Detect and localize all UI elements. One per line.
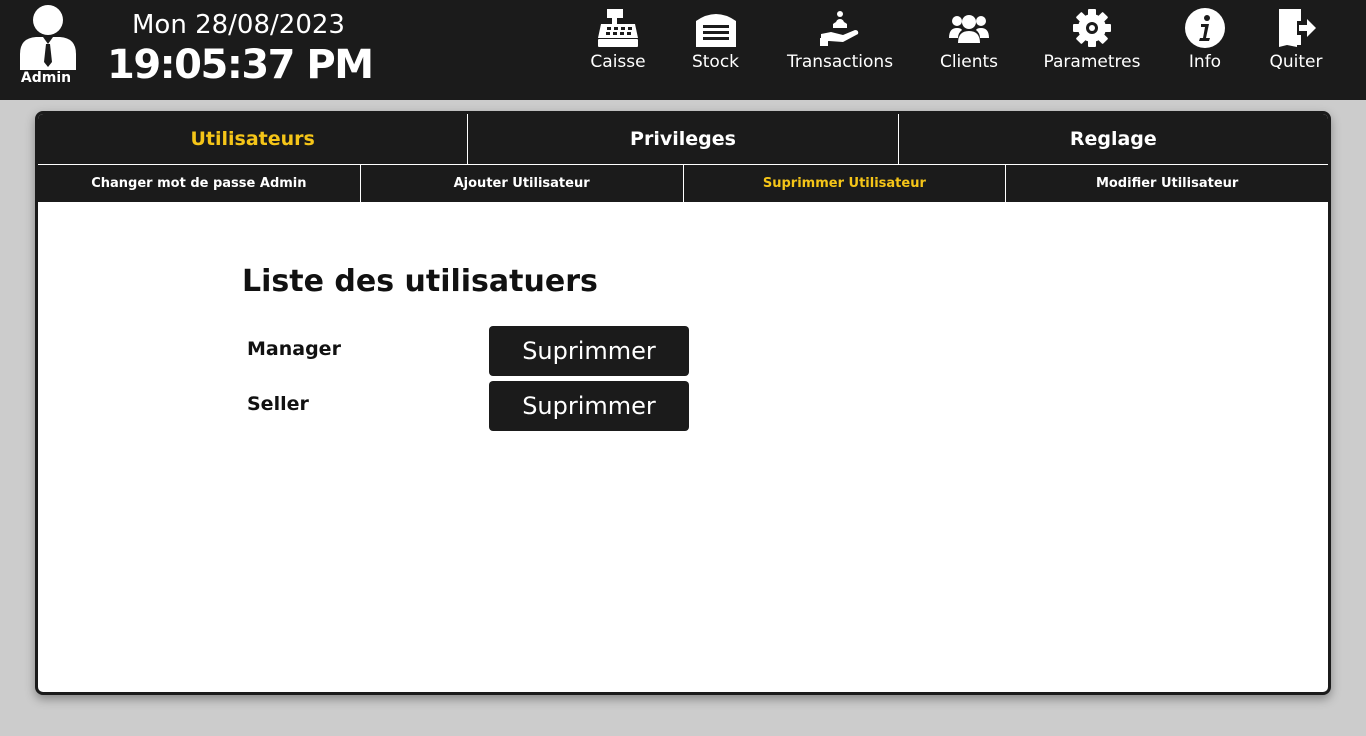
user-name: Manager <box>247 338 341 360</box>
nav-caisse[interactable]: Caisse <box>588 6 648 94</box>
cash-register-icon <box>598 9 638 47</box>
nav-parametres[interactable]: Parametres <box>1042 6 1142 94</box>
subtab-delete-user[interactable]: Suprimmer Utilisateur <box>682 165 1006 202</box>
nav-stock-label: Stock <box>691 52 740 72</box>
nav-transactions-label: Transactions <box>786 52 894 72</box>
user-profile[interactable]: Admin <box>13 4 79 92</box>
users-icon <box>949 15 989 43</box>
nav-transactions[interactable]: Transactions <box>783 6 897 94</box>
top-bar: Admin Mon 28/08/2023 19:05:37 PM Caisse <box>0 0 1366 100</box>
gear-icon <box>1073 9 1111 47</box>
warehouse-icon <box>695 14 736 47</box>
tab-utilisateurs[interactable]: Utilisateurs <box>38 114 467 164</box>
tab-privileges[interactable]: Privileges <box>467 114 897 164</box>
current-date: Mon 28/08/2023 <box>132 10 345 40</box>
delete-user-button[interactable]: Suprimmer <box>489 326 689 376</box>
tab-reglage[interactable]: Reglage <box>897 114 1328 164</box>
user-label: Admin <box>20 70 72 86</box>
delete-user-button[interactable]: Suprimmer <box>489 381 689 431</box>
nav-quiter-label: Quiter <box>1269 52 1323 72</box>
nav-parametres-label: Parametres <box>1043 52 1141 72</box>
user-avatar-icon <box>20 5 76 70</box>
current-time: 19:05:37 PM <box>107 42 374 88</box>
main-tabs: Utilisateurs Privileges Reglage <box>38 114 1328 164</box>
nav-quiter[interactable]: Quiter <box>1268 6 1324 94</box>
subtab-change-admin-password[interactable]: Changer mot de passe Admin <box>38 165 360 202</box>
user-name: Seller <box>247 393 309 415</box>
exit-door-icon <box>1279 9 1316 47</box>
info-icon <box>1185 8 1225 48</box>
nav-caisse-label: Caisse <box>590 52 646 72</box>
hand-coin-icon <box>820 11 859 46</box>
main-panel: Utilisateurs Privileges Reglage Changer … <box>35 111 1331 695</box>
sub-tabs: Changer mot de passe Admin Ajouter Utili… <box>38 164 1328 202</box>
user-row: Seller Suprimmer <box>247 381 707 431</box>
nav-info[interactable]: Info <box>1184 6 1226 94</box>
subtab-edit-user[interactable]: Modifier Utilisateur <box>1005 165 1328 202</box>
nav-info-label: Info <box>1188 52 1222 72</box>
subtab-add-user[interactable]: Ajouter Utilisateur <box>359 165 683 202</box>
nav-stock[interactable]: Stock <box>688 6 743 94</box>
page-title: Liste des utilisatuers <box>242 264 598 299</box>
nav-clients-label: Clients <box>939 52 999 72</box>
nav-clients[interactable]: Clients <box>938 6 1000 94</box>
user-row: Manager Suprimmer <box>247 326 707 376</box>
